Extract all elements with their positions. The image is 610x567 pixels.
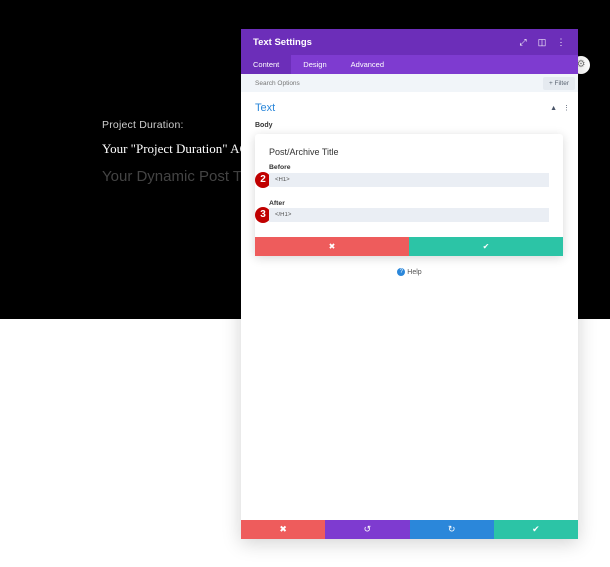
hero-label: Project Duration: (102, 119, 184, 131)
more-icon[interactable]: ⋮ (554, 35, 568, 49)
resize-icon[interactable]: ⤢ (516, 35, 530, 49)
before-label: Before (269, 164, 291, 171)
discard-button[interactable]: ✖ (241, 520, 326, 539)
redo-icon: ↻ (447, 524, 456, 534)
panel-footer: ✖ ↺ ↻ ✔ (241, 520, 578, 539)
tab-design[interactable]: Design (291, 55, 338, 74)
card-cancel-button[interactable]: ✖ (255, 237, 409, 256)
search-input[interactable] (255, 79, 543, 87)
hero-title: Your "Project Duration" AC (102, 141, 242, 156)
close-icon: ✖ (328, 242, 336, 251)
hero-text-area: Project Duration: Your "Project Duration… (0, 0, 242, 319)
save-button[interactable]: ✔ (493, 520, 578, 539)
text-settings-panel: Text Settings ⤢ ◫ ⋮ Content Design Advan… (241, 29, 578, 539)
help-icon: ? (397, 268, 406, 276)
undo-icon: ↺ (363, 524, 372, 534)
card-confirm-button[interactable]: ✔ (409, 237, 563, 256)
chevron-up-icon[interactable]: ▲ (550, 105, 557, 112)
card-actions: ✖ ✔ (255, 237, 563, 256)
hero-subtitle: Your Dynamic Post Ti (102, 168, 242, 185)
redo-button[interactable]: ↻ (409, 520, 494, 539)
tab-content[interactable]: Content (241, 55, 292, 74)
undo-button[interactable]: ↺ (325, 520, 410, 539)
panel-tabs: Content Design Advanced (241, 55, 578, 74)
help-label: Help (407, 268, 422, 276)
help-link[interactable]: ? Help (241, 268, 578, 276)
stage: Project Duration: Your "Project Duration… (0, 0, 610, 567)
dynamic-content-card: Post/Archive Title Before 2 After 3 ✖ ✔ (255, 134, 563, 256)
after-label: After (269, 200, 285, 207)
check-icon: ✔ (532, 524, 540, 534)
section-title: Text (255, 102, 276, 114)
text-section-header[interactable]: Text ▲ ⋮ (241, 92, 578, 114)
tab-advanced[interactable]: Advanced (339, 55, 396, 74)
check-icon: ✔ (482, 242, 490, 251)
panel-header: Text Settings ⤢ ◫ ⋮ (241, 29, 578, 55)
before-field[interactable] (269, 173, 549, 187)
after-field[interactable] (269, 208, 549, 222)
body-label: Body (255, 122, 273, 129)
sidebar-icon[interactable]: ◫ (535, 35, 549, 49)
panel-title: Text Settings (253, 36, 312, 48)
section-more-icon[interactable]: ⋮ (563, 104, 570, 112)
close-icon: ✖ (279, 524, 287, 534)
search-row: + Filter (241, 74, 578, 92)
card-title: Post/Archive Title (269, 147, 339, 157)
filter-button[interactable]: + Filter (542, 76, 575, 90)
